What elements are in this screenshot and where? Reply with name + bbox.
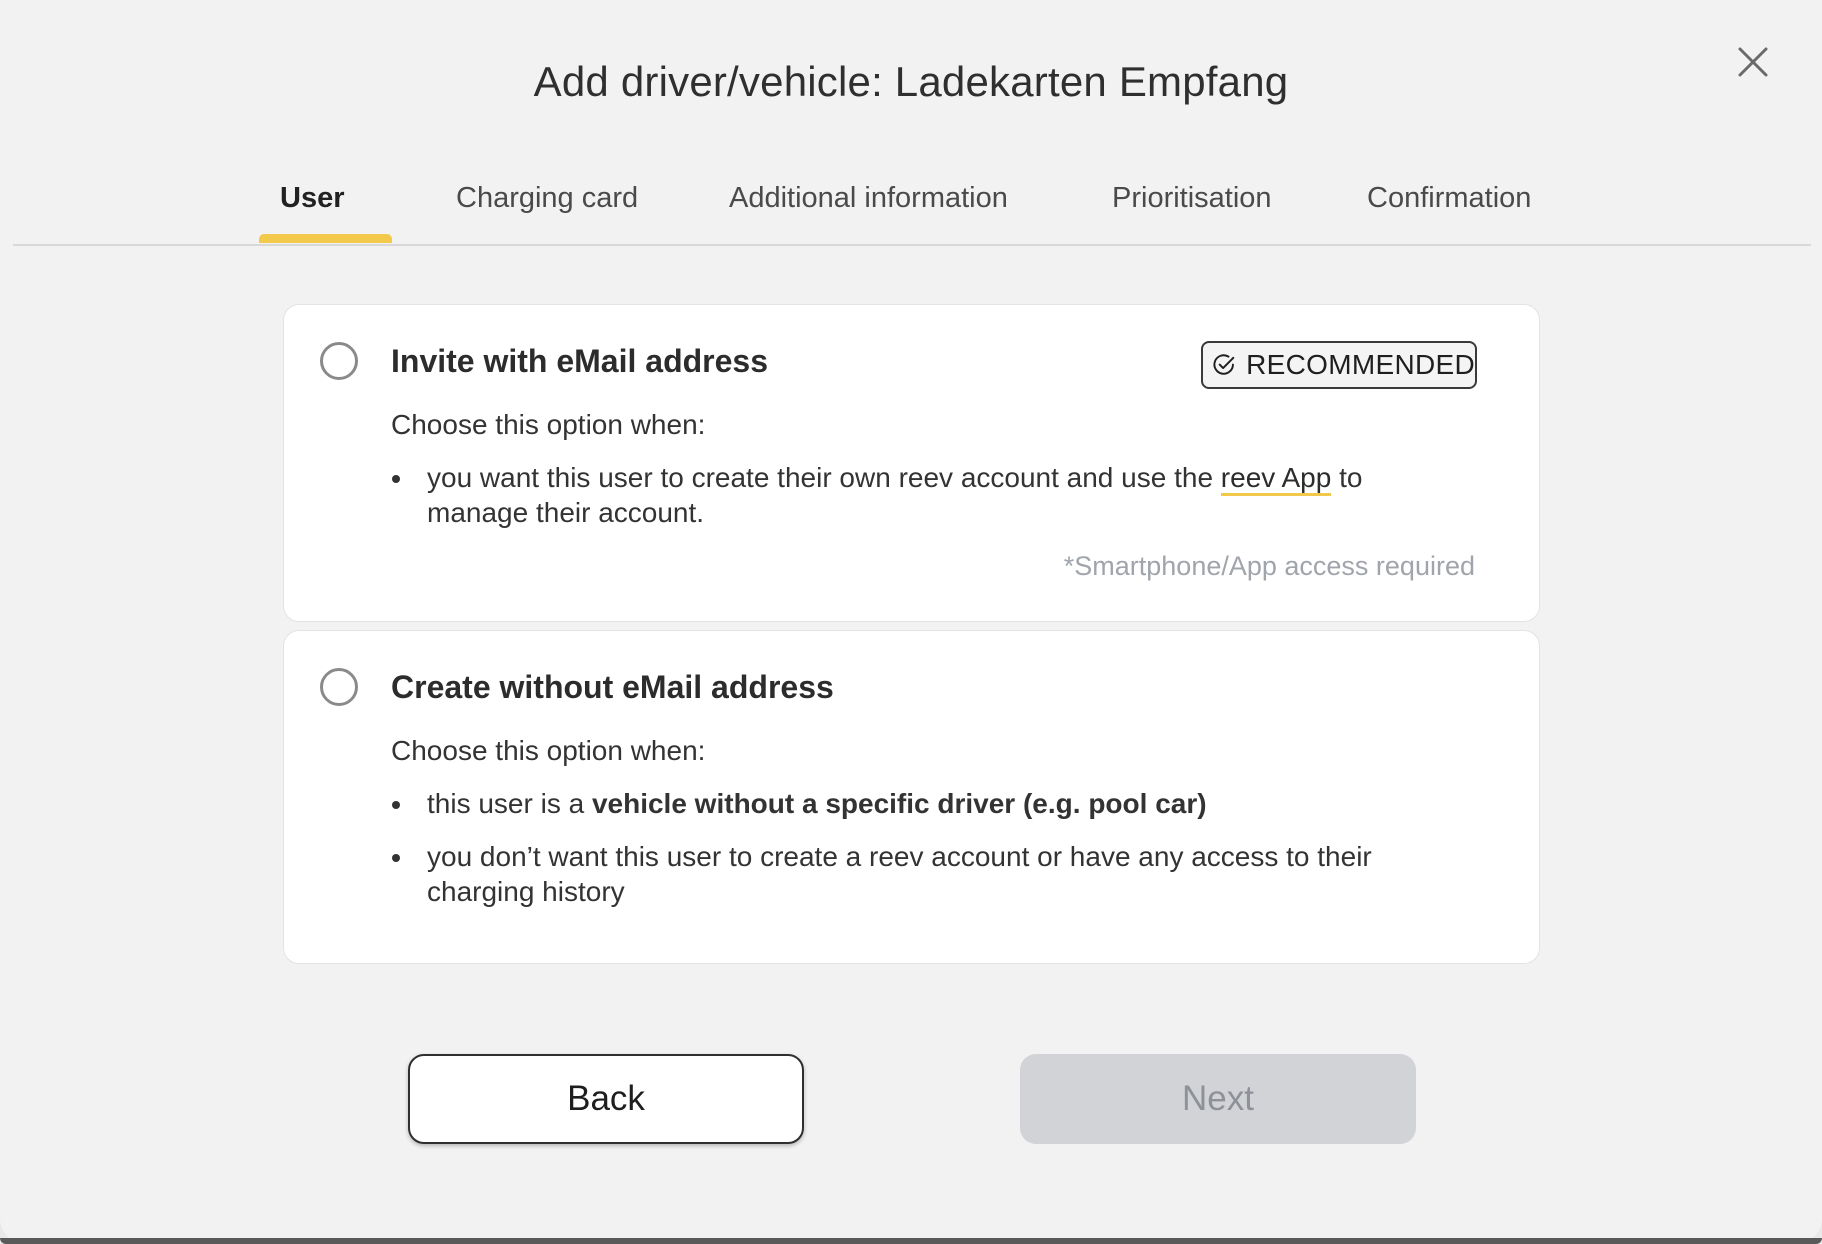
create-option-title: Create without eMail address bbox=[391, 669, 834, 705]
invite-option-subtitle: Choose this option when: bbox=[391, 409, 706, 440]
wizard-tabs: User Charging card Additional informatio… bbox=[13, 160, 1811, 246]
tab-prioritisation[interactable]: Prioritisation bbox=[1112, 182, 1272, 215]
recommended-badge: RECOMMENDED bbox=[1201, 341, 1477, 389]
list-item: you don’t want this user to create a ree… bbox=[391, 839, 1441, 909]
create-option-subtitle: Choose this option when: bbox=[391, 735, 706, 766]
create-option-radio[interactable] bbox=[320, 668, 358, 706]
next-button[interactable]: Next bbox=[1020, 1054, 1416, 1144]
recommended-badge-label: RECOMMENDED bbox=[1246, 349, 1475, 380]
invite-option-title: Invite with eMail address bbox=[391, 343, 768, 379]
tab-additional-information[interactable]: Additional information bbox=[729, 182, 1008, 215]
dialog-title: Add driver/vehicle: Ladekarten Empfang bbox=[533, 58, 1289, 105]
invite-option-radio[interactable] bbox=[320, 342, 358, 380]
back-button[interactable]: Back bbox=[408, 1054, 804, 1144]
list-item: you want this user to create their own r… bbox=[391, 460, 1441, 530]
invite-option-bullets: you want this user to create their own r… bbox=[391, 460, 1441, 548]
create-option-bullets: this user is a vehicle without a specifi… bbox=[391, 786, 1441, 927]
invite-option-card[interactable]: Invite with eMail address RECOMMENDED Ch… bbox=[283, 304, 1540, 622]
dialog-bottom-edge bbox=[0, 1238, 1822, 1244]
close-icon[interactable] bbox=[1731, 40, 1775, 84]
smartphone-required-note: *Smartphone/App access required bbox=[1063, 551, 1475, 581]
create-option-card[interactable]: Create without eMail address Choose this… bbox=[283, 630, 1540, 964]
reev-app-link[interactable]: reev App bbox=[1220, 462, 1332, 496]
tab-charging-card[interactable]: Charging card bbox=[456, 182, 638, 215]
active-tab-indicator bbox=[259, 234, 392, 243]
tab-user[interactable]: User bbox=[280, 182, 345, 215]
check-circle-icon bbox=[1213, 354, 1235, 375]
tab-confirmation[interactable]: Confirmation bbox=[1367, 182, 1531, 215]
list-item: this user is a vehicle without a specifi… bbox=[391, 786, 1441, 821]
add-driver-dialog: Add driver/vehicle: Ladekarten Empfang U… bbox=[0, 0, 1822, 1244]
